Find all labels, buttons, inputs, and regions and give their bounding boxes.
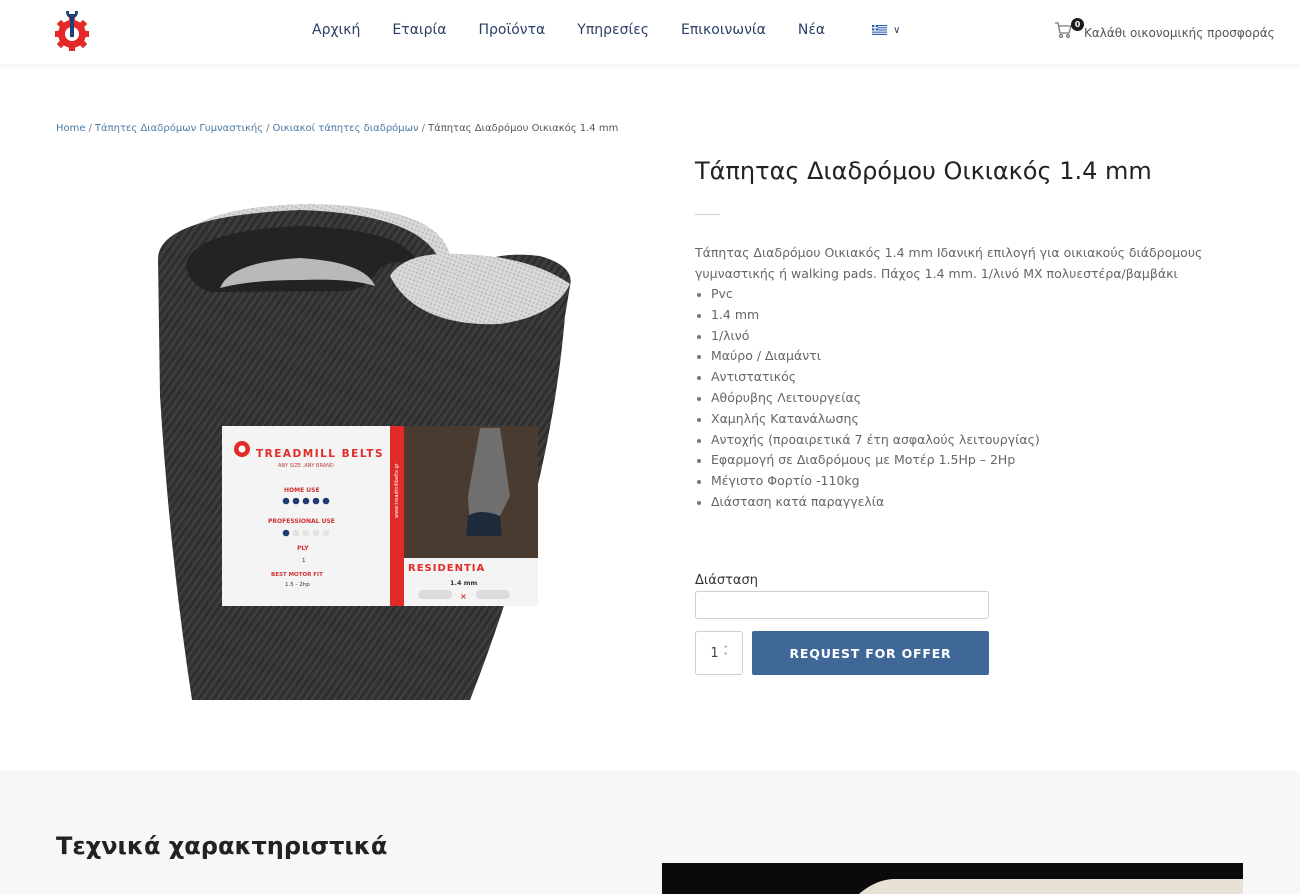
feature-item: Διάσταση κατά παραγγελία xyxy=(695,492,1040,513)
feature-item: Χαμηλής Κατανάλωσης xyxy=(695,409,1040,430)
feature-item: Αντοχής (προαιρετικά 7 έτη ασφαλούς λειτ… xyxy=(695,430,1040,451)
nav-services[interactable]: Υπηρεσίες xyxy=(577,22,649,38)
rating-dot xyxy=(322,497,330,505)
feature-item: Αντιστατικός xyxy=(695,367,1040,388)
chevron-down-icon: ∨ xyxy=(893,24,901,36)
rating-dot xyxy=(302,497,310,505)
breadcrumb-home[interactable]: Home xyxy=(56,123,86,134)
product-image[interactable]: TREADMILL BELTS ANY SIZE .ANY BRAND HOME… xyxy=(150,196,580,702)
feature-item: Αθόρυβης Λειτουργείας xyxy=(695,388,1040,409)
feature-item: Pvc xyxy=(695,284,1040,305)
label-website: www.treadmillbelts.gr xyxy=(394,462,400,518)
feature-item: Εφαρμογή σε Διαδρόμους με Μοτέρ 1.5Hp – … xyxy=(695,450,1040,471)
label-ply-value: 1 xyxy=(302,558,306,564)
rating-dot xyxy=(302,529,310,537)
breadcrumb: Home / Τάπητες Διαδρόμων Γυμναστικής / Οικια… xyxy=(56,123,619,134)
feature-item: Μέγιστο Φορτίο -110kg xyxy=(695,471,1040,492)
label-motor: BEST MOTOR FIT xyxy=(271,572,323,578)
breadcrumb-category[interactable]: Τάπητες Διαδρόμων Γυμναστικής xyxy=(95,123,263,134)
svg-text:×: × xyxy=(460,592,467,601)
cart-count-badge: 0 xyxy=(1071,18,1084,31)
rating-dot xyxy=(312,529,320,537)
title-divider xyxy=(695,214,720,215)
greek-flag-icon xyxy=(872,25,888,35)
request-offer-button[interactable]: REQUEST FOR OFFER xyxy=(752,631,989,675)
breadcrumb-subcategory[interactable]: Οικιακοί τάπητες διαδρόμων xyxy=(272,123,418,134)
dimension-input[interactable] xyxy=(695,591,989,619)
cart-icon: 0 xyxy=(1054,18,1084,39)
nav-products[interactable]: Προϊόντα xyxy=(479,22,546,38)
stepper-arrows-icon[interactable]: ˄ ˅ xyxy=(724,646,728,661)
logo-icon[interactable] xyxy=(52,9,92,53)
label-motor-value: 1.5 - 2hp xyxy=(285,582,310,588)
rating-dot xyxy=(312,497,320,505)
feature-item: 1/λινό xyxy=(695,326,1040,347)
tech-section-title: Τεχνικά χαρακτηριστικά xyxy=(56,832,388,860)
rating-dot xyxy=(292,497,300,505)
nav-home[interactable]: Αρχική xyxy=(312,22,360,38)
label-home-use: HOME USE xyxy=(284,487,320,494)
label-professional-use: PROFESSIONAL USE xyxy=(268,518,335,525)
quantity-stepper[interactable]: 1 ˄ ˅ xyxy=(695,631,743,675)
quantity-value: 1 xyxy=(710,645,719,661)
label-tagline: ANY SIZE .ANY BRAND xyxy=(278,463,334,469)
cart-label: Καλάθι οικονομικής προσφοράς xyxy=(1084,26,1275,40)
product-features: Pvc 1.4 mm 1/λινό Μαύρο / Διαμάντι Αντισ… xyxy=(695,284,1040,513)
rating-dot xyxy=(322,529,330,537)
label-brand: TREADMILL BELTS xyxy=(256,448,384,460)
feature-item: 1.4 mm xyxy=(695,305,1040,326)
main-nav: Αρχική Εταιρία Προϊόντα Υπηρεσίες Επικοι… xyxy=(312,22,901,38)
dimension-label: Διάσταση xyxy=(695,573,758,588)
label-thickness: 1.4 mm xyxy=(450,579,478,587)
feature-item: Μαύρο / Διαμάντι xyxy=(695,346,1040,367)
site-header: Αρχική Εταιρία Προϊόντα Υπηρεσίες Επικοι… xyxy=(0,0,1300,64)
rating-dot xyxy=(282,529,290,537)
label-ply: PLY xyxy=(297,545,309,552)
product-description: Τάπητας Διαδρόμου Οικιακός 1.4 mm Ιδανικ… xyxy=(695,245,1203,281)
nav-company[interactable]: Εταιρία xyxy=(392,22,446,38)
language-switcher[interactable]: ∨ xyxy=(872,24,901,36)
rating-dot xyxy=(282,497,290,505)
label-residential: RESIDENTIA xyxy=(408,563,485,574)
offer-cart[interactable]: 0 Καλάθι οικονομικής προσφοράς xyxy=(1054,18,1275,40)
product-title: Τάπητας Διαδρόμου Οικιακός 1.4 mm xyxy=(695,157,1152,185)
video-player[interactable] xyxy=(662,863,1243,894)
breadcrumb-current: Τάπητας Διαδρόμου Οικιακός 1.4 mm xyxy=(428,123,619,134)
nav-contact[interactable]: Επικοινωνία xyxy=(681,22,766,38)
nav-news[interactable]: Νέα xyxy=(798,22,825,38)
rating-dot xyxy=(292,529,300,537)
